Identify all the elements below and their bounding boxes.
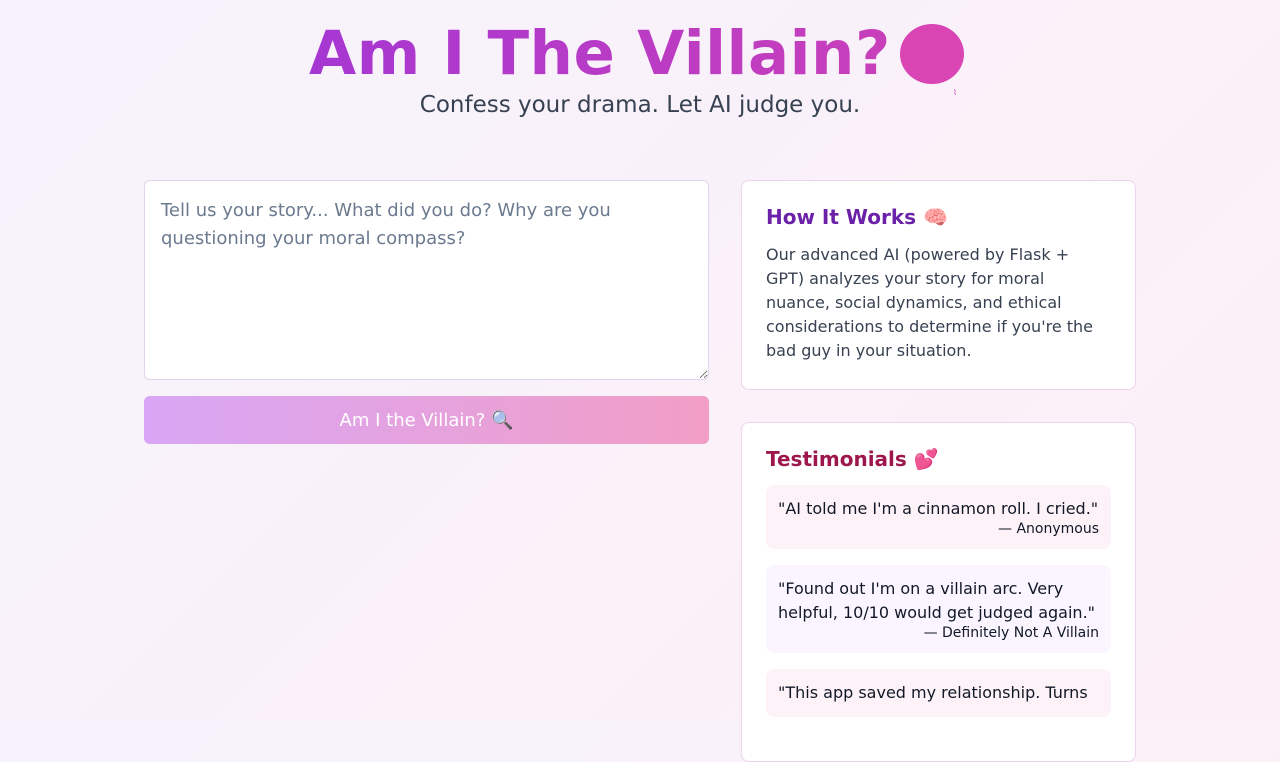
testimonial-item: "AI told me I'm a cinnamon roll. I cried… [766,485,1111,549]
story-input[interactable] [144,180,709,380]
testimonial-author: — Anonymous [998,521,1099,537]
page-subtitle: Confess your drama. Let AI judge you. [419,92,861,118]
testimonials-card: Testimonials 💕 "AI told me I'm a cinnamo… [741,422,1136,762]
testimonials-title: Testimonials 💕 [766,447,939,471]
testimonial-text: "AI told me I'm a cinnamon roll. I cried… [778,499,1099,518]
how-it-works-body: Our advanced AI (powered by Flask + GPT)… [766,245,1093,360]
page-title: Am I The Villain? [309,16,891,92]
villain-submit-button[interactable]: Am I the Villain? 🔍 [144,396,709,444]
testimonial-item: "This app saved my relationship. Turns [766,669,1111,717]
how-it-works-title: How It Works 🧠 [766,205,948,229]
testimonial-author: — Definitely Not A Villain [923,625,1099,641]
testimonial-text: "This app saved my relationship. Turns [778,683,1088,702]
devil-emoji-icon [900,24,964,84]
how-it-works-card: How It Works 🧠 Our advanced AI (powered … [741,180,1136,390]
testimonial-item: "Found out I'm on a villain arc. Very he… [766,565,1111,653]
testimonial-text: "Found out I'm on a villain arc. Very he… [778,579,1096,622]
title-row: Am I The Villain? ⌇ [0,16,1280,97]
story-form: Am I the Villain? 🔍 [144,180,709,444]
